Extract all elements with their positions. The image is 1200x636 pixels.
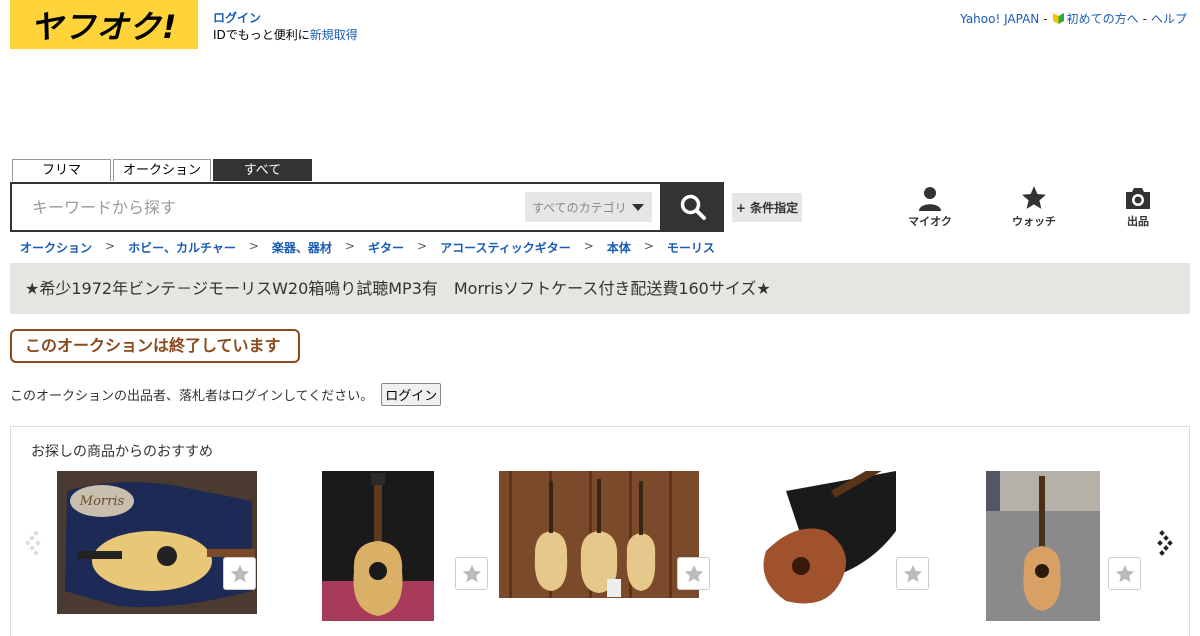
- beginners-label: 初めての方へ: [1066, 12, 1139, 26]
- breadcrumb-item[interactable]: アコースティックギター: [440, 239, 571, 256]
- star-icon: [684, 564, 703, 582]
- my-auction-label: マイオク: [908, 215, 952, 228]
- search-icon: [680, 194, 706, 220]
- search-input[interactable]: [12, 184, 532, 230]
- yahuoku-logo[interactable]: ヤフオク!: [10, 0, 198, 49]
- breadcrumb-item[interactable]: モーリス: [667, 239, 715, 256]
- guitar-in-case-image: Morris: [57, 471, 257, 614]
- star-icon: [903, 564, 922, 582]
- help-link[interactable]: ヘルプ: [1151, 10, 1187, 27]
- watch-star-button[interactable]: [896, 557, 929, 590]
- watch-star-button[interactable]: [455, 557, 488, 590]
- star-icon: [1022, 186, 1046, 209]
- separator: -: [1142, 11, 1147, 26]
- recommendations-panel: お探しの商品からのおすすめ Morris: [10, 426, 1190, 636]
- breadcrumb-separator: >: [583, 239, 594, 253]
- star-icon: [230, 564, 249, 582]
- breadcrumb-item[interactable]: 楽器、器材: [272, 239, 332, 256]
- watch-label: ウォッチ: [1012, 215, 1056, 228]
- tab-auction[interactable]: オークション: [113, 159, 211, 181]
- guitar-red-backdrop-image: [322, 471, 434, 621]
- recommendations-title: お探しの商品からのおすすめ: [31, 444, 213, 460]
- tab-flea-market[interactable]: フリマ: [12, 159, 111, 181]
- breadcrumb-item[interactable]: ギター: [368, 239, 404, 256]
- item-title: ★希少1972年ビンテ－ジモーリスW20箱鳴り試聴MP3有 Morrisソフトケ…: [25, 279, 771, 298]
- camera-icon: [1126, 188, 1150, 209]
- login-block: ログイン IDでもっと便利に新規取得: [213, 10, 358, 44]
- logo-text: ヤフオク!: [30, 7, 178, 46]
- login-prompt: IDでもっと便利に: [213, 28, 310, 42]
- guitars-on-wall-image: [499, 471, 699, 598]
- search-tabs: フリマ オークション すべて: [12, 159, 312, 181]
- breadcrumb-item[interactable]: オークション: [20, 239, 92, 256]
- login-message-row: このオークションの出品者、落札者はログインしてください。 ログイン: [10, 383, 442, 406]
- sell-label: 出品: [1127, 215, 1149, 228]
- user-icon: [919, 187, 941, 211]
- category-select[interactable]: すべてのカテゴリ: [525, 192, 652, 222]
- advanced-search-button[interactable]: + 条件指定: [732, 193, 802, 222]
- register-link[interactable]: 新規取得: [310, 28, 358, 42]
- login-message: このオークションの出品者、落札者はログインしてください。: [10, 389, 374, 404]
- breadcrumb: オークション > ホビー、カルチャー > 楽器、器材 > ギター > アコーステ…: [20, 239, 715, 256]
- breadcrumb-separator: >: [417, 239, 428, 253]
- chevron-down-icon: [631, 203, 644, 211]
- breadcrumb-separator: >: [105, 239, 116, 253]
- watch-star-button[interactable]: [1108, 557, 1141, 590]
- star-icon: [462, 564, 481, 582]
- category-selected: すべてのカテゴリ: [532, 200, 627, 215]
- watch-star-button[interactable]: [223, 557, 256, 590]
- guitar-on-street-image: [986, 471, 1100, 621]
- carousel-next-icon[interactable]: [1155, 527, 1175, 557]
- watch-link[interactable]: ウォッチ: [1004, 185, 1064, 229]
- auction-ended-badge: このオークションは終了しています: [10, 329, 300, 363]
- login-link[interactable]: ログイン: [213, 11, 261, 25]
- item-title-bar: ★希少1972年ビンテ－ジモーリスW20箱鳴り試聴MP3有 Morrisソフトケ…: [10, 263, 1190, 314]
- separator: -: [1043, 11, 1048, 26]
- breadcrumb-separator: >: [344, 239, 355, 253]
- breadcrumb-separator: >: [248, 239, 259, 253]
- carousel-prev-icon[interactable]: [25, 527, 45, 557]
- sell-link[interactable]: 出品: [1108, 185, 1168, 229]
- case-logo-text: Morris: [79, 494, 125, 509]
- my-auction-link[interactable]: マイオク: [900, 185, 960, 229]
- search-button[interactable]: [662, 182, 724, 232]
- top-links: Yahoo! JAPAN - 初めての方へ - ヘルプ: [960, 10, 1187, 27]
- breadcrumb-separator: >: [643, 239, 654, 253]
- star-icon: [1115, 564, 1134, 582]
- search-box: すべてのカテゴリ: [10, 182, 662, 232]
- tab-all[interactable]: すべて: [213, 159, 312, 181]
- breadcrumb-item[interactable]: 本体: [607, 239, 631, 256]
- guitar-on-hard-case-image: [746, 471, 898, 611]
- login-button[interactable]: ログイン: [381, 383, 442, 406]
- beginners-link[interactable]: 初めての方へ: [1052, 10, 1139, 27]
- watch-star-button[interactable]: [677, 557, 710, 590]
- beginner-mark-icon: [1052, 13, 1064, 24]
- breadcrumb-item[interactable]: ホビー、カルチャー: [128, 239, 236, 256]
- yahoo-japan-link[interactable]: Yahoo! JAPAN: [960, 12, 1039, 26]
